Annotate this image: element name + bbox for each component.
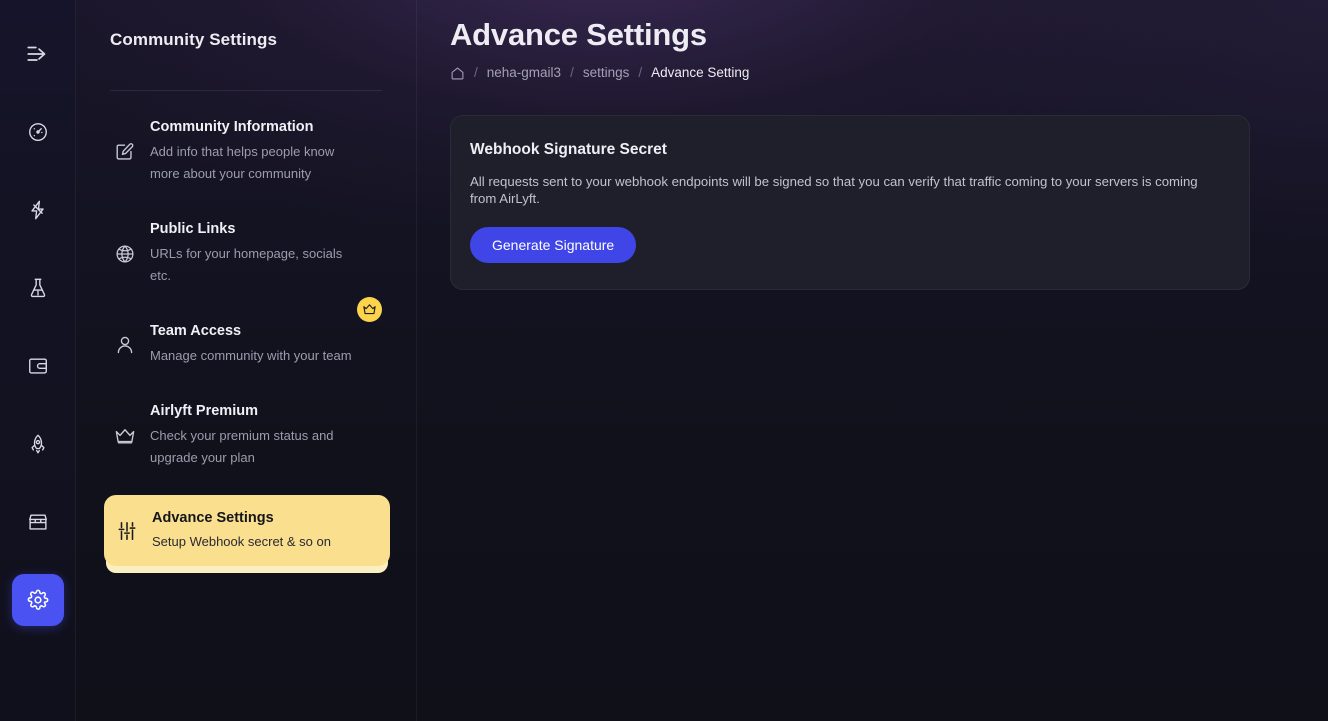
rocket-icon: [27, 433, 49, 455]
app-root: Community Settings Community Information…: [0, 0, 1328, 721]
icon-rail: [0, 0, 76, 721]
page-title: Advance Settings: [450, 17, 707, 52]
rail-item-store[interactable]: [12, 496, 64, 548]
sidebar-item-desc: Setup Webhook secret & so on: [152, 534, 331, 549]
sidebar-item-text: Public Links URLs for your homepage, soc…: [150, 220, 362, 287]
rail-item-settings[interactable]: [11, 574, 64, 626]
card-title: Webhook Signature Secret: [470, 141, 667, 158]
lightning-bolt-icon: [27, 199, 49, 221]
webhook-signature-card: Webhook Signature Secret All requests se…: [450, 115, 1250, 290]
sliders-icon: [116, 520, 138, 542]
sidebar-item-community-information[interactable]: Community Information Add info that help…: [110, 109, 382, 194]
sidebar-item-desc: Add info that helps people know more abo…: [150, 144, 335, 181]
wallet-icon: [27, 355, 49, 377]
sidebar-item-advance-settings[interactable]: Advance Settings Setup Webhook secret & …: [104, 495, 390, 566]
edit-square-icon: [114, 141, 136, 163]
breadcrumb-item-account[interactable]: neha-gmail3: [487, 64, 561, 82]
sidebar-item-desc: Check your premium status and upgrade yo…: [150, 428, 334, 465]
user-icon: [114, 334, 136, 356]
sidebar-item-title: Airlyft Premium: [150, 403, 258, 419]
sidebar-item-text: Team Access Manage community with your t…: [150, 322, 352, 367]
breadcrumb-item-settings[interactable]: settings: [583, 64, 630, 82]
sidebar-item-title: Public Links: [150, 221, 236, 237]
panel-title: Community Settings: [110, 30, 278, 49]
sidebar-item-desc: URLs for your homepage, socials etc.: [150, 246, 343, 283]
dashboard-gauge-icon: [27, 121, 49, 143]
rail-item-dashboard[interactable]: [12, 106, 64, 158]
rail-item-activity[interactable]: [12, 184, 64, 236]
home-icon[interactable]: [450, 66, 465, 81]
settings-nav-list: Community Information Add info that help…: [104, 109, 390, 566]
card-description: All requests sent to your webhook endpoi…: [470, 174, 1198, 206]
sidebar-item-desc: Manage community with your team: [150, 348, 352, 363]
collapse-sidebar-button[interactable]: [12, 28, 64, 80]
collapse-arrow-icon: [25, 41, 51, 67]
main-content: Advance Settings / neha-gmail3 / setting…: [417, 0, 1328, 721]
sidebar-item-airlyft-premium[interactable]: Airlyft Premium Check your premium statu…: [110, 393, 382, 478]
breadcrumb: / neha-gmail3 / settings / Advance Setti…: [450, 64, 1248, 82]
sidebar-item-text: Community Information Add info that help…: [150, 118, 362, 185]
sidebar-item-team-access[interactable]: Team Access Manage community with your t…: [110, 297, 382, 376]
crown-icon: [114, 425, 136, 447]
rail-item-lab[interactable]: [12, 262, 64, 314]
crown-badge-icon: [357, 297, 382, 322]
breadcrumb-separator: /: [570, 65, 574, 80]
sidebar-item-title: Team Access: [150, 323, 242, 339]
sidebar-item-text: Advance Settings Setup Webhook secret & …: [152, 509, 331, 552]
generate-signature-button[interactable]: Generate Signature: [470, 227, 637, 263]
sidebar-item-title: Advance Settings: [152, 510, 274, 526]
breadcrumb-item-current: Advance Setting: [651, 65, 750, 80]
sidebar-item-public-links[interactable]: Public Links URLs for your homepage, soc…: [110, 211, 382, 296]
store-icon: [27, 511, 49, 533]
flask-icon: [27, 277, 49, 299]
globe-icon: [114, 243, 136, 265]
breadcrumb-separator: /: [638, 65, 643, 80]
breadcrumb-separator: /: [474, 65, 478, 80]
panel-divider: [110, 90, 382, 91]
rail-item-launch[interactable]: [12, 418, 64, 470]
sidebar-item-text: Airlyft Premium Check your premium statu…: [150, 402, 362, 469]
rail-item-wallet[interactable]: [12, 340, 64, 392]
community-settings-panel: Community Settings Community Information…: [76, 0, 417, 721]
gear-icon: [27, 589, 49, 611]
sidebar-item-title: Community Information: [150, 119, 314, 135]
